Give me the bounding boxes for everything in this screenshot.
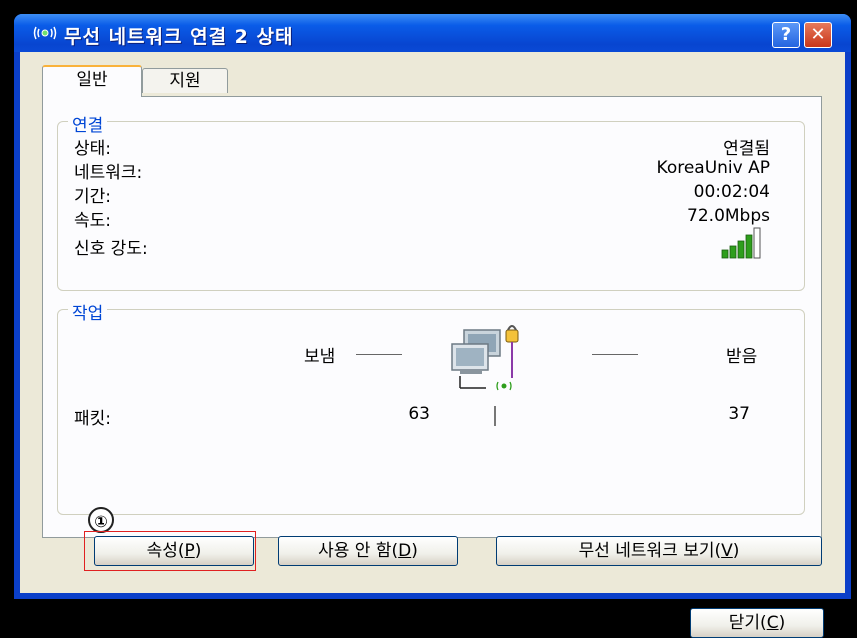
network-value: KoreaUniv AP: [656, 158, 770, 178]
wireless-network-icon: [33, 26, 57, 40]
disable-button-suffix: ): [411, 541, 418, 561]
properties-button[interactable]: 속성(P): [94, 536, 254, 566]
received-line: [592, 354, 638, 355]
status-label: 상태:: [74, 139, 112, 159]
disable-button-mnemonic: D: [398, 541, 412, 561]
disable-button-text: 사용 안 함(: [318, 541, 399, 561]
network-computers-lock-icon: [451, 325, 519, 391]
speed-value: 72.0Mbps: [687, 206, 770, 226]
close-button-suffix: ): [778, 613, 786, 633]
disable-button[interactable]: 사용 안 함(D): [278, 536, 458, 566]
view-networks-button-suffix: ): [732, 541, 740, 561]
packets-label: 패킷:: [74, 409, 112, 429]
status-value: 연결됨: [723, 139, 770, 159]
properties-button-text: 속성(: [146, 541, 185, 561]
help-button[interactable]: ?: [772, 22, 800, 48]
connection-group: 연결 상태: 연결됨 네트워크: KoreaUniv AP 기간: 00:02:…: [57, 111, 805, 291]
packets-divider: [494, 406, 496, 426]
received-label: 받음: [726, 347, 758, 367]
duration-label: 기간:: [74, 187, 112, 207]
activity-group-label: 작업: [68, 299, 108, 324]
tab-support[interactable]: 지원: [142, 68, 228, 93]
sent-label: 보냄: [304, 347, 336, 367]
close-button-text: 닫기(: [728, 613, 767, 633]
tab-panel-general: 연결 상태: 연결됨 네트워크: KoreaUniv AP 기간: 00:02:…: [42, 96, 822, 538]
connection-group-label: 연결: [68, 111, 108, 136]
activity-group: 작업 보냄 받음 패킷: 63 37: [57, 299, 805, 515]
duration-value: 00:02:04: [693, 182, 770, 202]
annotation-marker: ①: [88, 507, 114, 533]
close-button-mnemonic: C: [766, 613, 779, 633]
title-bar[interactable]: 무선 네트워크 연결 2 상태 ? ✕: [14, 14, 851, 52]
view-networks-button-text: 무선 네트워크 보기(: [578, 541, 722, 561]
window-title: 무선 네트워크 연결 2 상태: [64, 26, 294, 48]
packets-sent-value: 63: [408, 404, 430, 424]
dialog-client-area: 일반 지원 연결 상태: 연결됨 네트워크: KoreaUniv AP 기간: …: [20, 52, 845, 638]
view-wireless-networks-button[interactable]: 무선 네트워크 보기(V): [496, 536, 822, 566]
close-window-button[interactable]: ✕: [804, 22, 832, 48]
packets-received-value: 37: [728, 404, 750, 424]
view-networks-button-mnemonic: V: [721, 541, 733, 561]
close-button[interactable]: 닫기(C): [690, 608, 824, 638]
dialog-window: 무선 네트워크 연결 2 상태 ? ✕ 일반 지원 연결 상태: 연결됨 네트워…: [14, 14, 851, 638]
properties-button-mnemonic: P: [184, 541, 195, 561]
sent-line: [356, 354, 402, 355]
signal-strength-icon: [721, 227, 761, 259]
speed-label: 속도:: [74, 211, 112, 231]
network-label: 네트워크:: [74, 163, 143, 183]
properties-button-suffix: ): [194, 541, 202, 561]
tab-general[interactable]: 일반: [42, 65, 142, 97]
signal-strength-label: 신호 강도:: [74, 239, 148, 259]
